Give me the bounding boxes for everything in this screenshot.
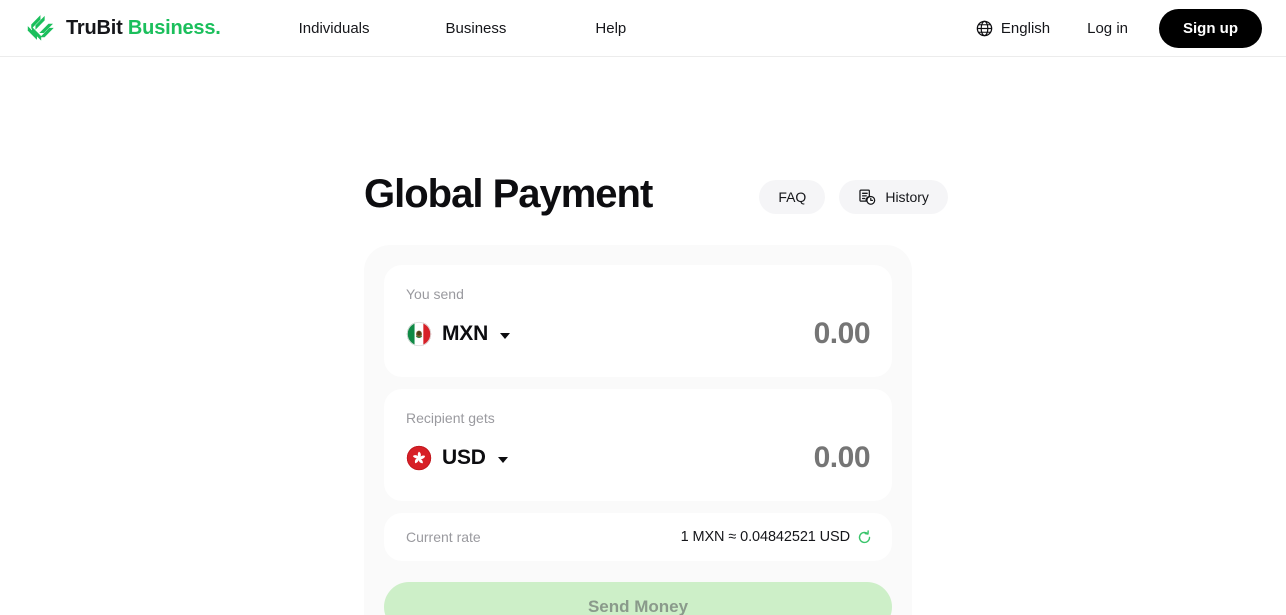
page-title: Global Payment [364,172,653,216]
nav-item-individuals[interactable]: Individuals [299,14,370,43]
brand-name: TruBit Business. [66,17,221,40]
recipient-gets-row: USD [406,441,870,475]
recipient-gets-card: Recipient gets USD 0.00 [384,389,892,501]
chevron-down-icon [497,456,508,463]
language-selector[interactable]: English [976,20,1050,37]
brand-name-secondary: Business. [122,16,221,39]
chevron-down-icon [500,332,511,339]
mexico-flag-icon [406,321,432,347]
receive-amount-input[interactable] [650,441,870,475]
you-send-label: You send [406,286,464,302]
page-action-buttons: FAQ History [759,174,948,214]
history-label: History [885,189,929,205]
globe-icon [976,20,993,37]
site-header: TruBit Business. Individuals Business He… [0,0,1286,57]
trubit-pinwheel-logo-icon [26,13,56,43]
send-currency-code: MXN [442,322,489,345]
nav-item-business[interactable]: Business [446,14,507,43]
you-send-row: MXN [406,317,870,351]
you-send-card: You send MXN 0.00 [384,265,892,377]
current-rate-row: Current rate 1 MXN ≈ 0.04842521 USD [384,513,892,561]
faq-label: FAQ [778,189,807,205]
send-money-button[interactable]: Send Money [384,582,892,615]
brand-name-primary: TruBit [66,16,123,39]
history-document-clock-icon [858,188,876,206]
recipient-gets-label: Recipient gets [406,410,495,426]
hong-kong-flag-icon [406,445,432,471]
nav-item-help[interactable]: Help [595,14,626,43]
brand-logo-link[interactable]: TruBit Business. [26,13,221,43]
payment-form-panel: You send MXN 0.00 Recipient gets USD 0.0… [364,245,912,615]
page-body: Global Payment FAQ History You send MXN … [0,57,1286,615]
refresh-icon[interactable] [857,529,872,545]
current-rate-value: 1 MXN ≈ 0.04842521 USD [680,529,850,545]
primary-navigation: Individuals Business Help [299,14,627,43]
header-actions: English Log in Sign up [976,8,1262,48]
receive-currency-code: USD [442,446,486,469]
history-button[interactable]: History [839,180,948,214]
signup-button[interactable]: Sign up [1159,8,1262,48]
send-amount-input[interactable] [650,317,870,351]
send-currency-selector[interactable]: MXN [406,321,511,347]
login-link[interactable]: Log in [1087,20,1128,37]
page-heading-row: Global Payment FAQ History [364,169,948,219]
faq-button[interactable]: FAQ [759,180,826,214]
receive-currency-selector[interactable]: USD [406,445,508,471]
current-rate-label: Current rate [406,529,481,545]
language-label: English [1000,19,1051,37]
current-rate-value-group: 1 MXN ≈ 0.04842521 USD [681,529,872,545]
